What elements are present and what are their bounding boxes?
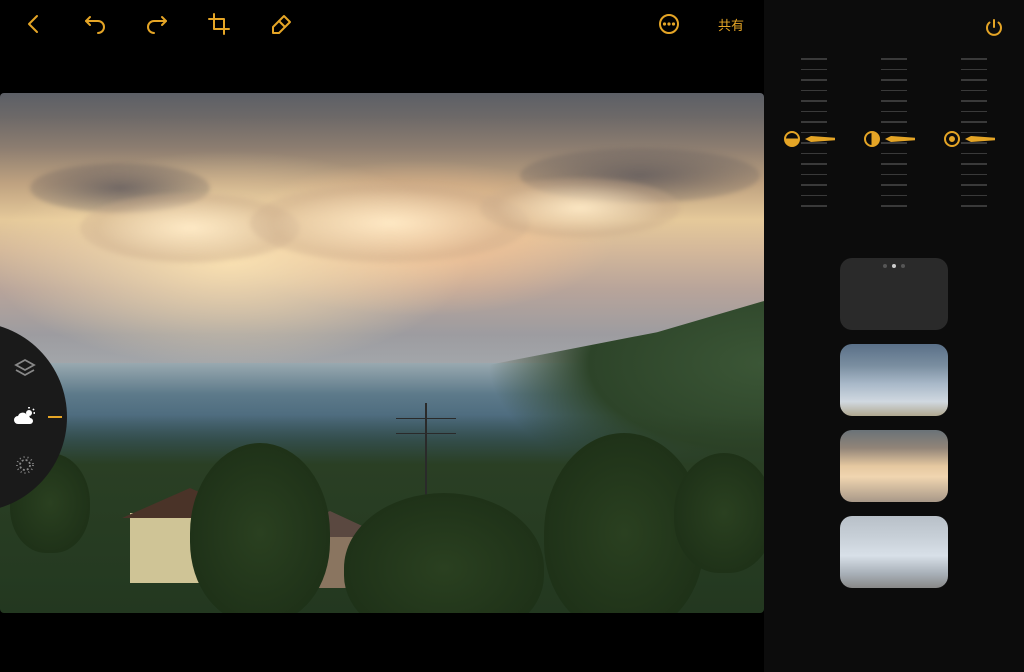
- contrast-circle-icon: [863, 130, 881, 148]
- tool-sky-weather[interactable]: [12, 404, 38, 430]
- slider-group: [764, 48, 1024, 248]
- erase-button[interactable]: [268, 11, 294, 37]
- preset-blue-sky[interactable]: [840, 344, 948, 416]
- tool-time-dial[interactable]: [12, 452, 38, 478]
- warmth-slider[interactable]: [943, 58, 1005, 228]
- slider-handle-mark: [885, 136, 915, 142]
- eraser-icon: [270, 13, 292, 35]
- preset-golden[interactable]: [840, 430, 948, 502]
- contrast-slider[interactable]: [863, 58, 925, 228]
- power-icon: [984, 18, 1004, 38]
- sky-preset-list: [764, 248, 1024, 672]
- more-circle-icon: [658, 13, 680, 35]
- target-circle-icon: [943, 130, 961, 148]
- top-toolbar: 共有: [0, 0, 764, 48]
- photo-preview[interactable]: [0, 93, 764, 613]
- undo-icon: [84, 14, 106, 34]
- preset-dusk[interactable]: [840, 258, 948, 330]
- preset-page-indicator: [840, 264, 948, 268]
- half-circle-icon: [783, 130, 801, 148]
- sun-cloud-icon: [13, 406, 37, 428]
- layers-icon: [14, 358, 36, 380]
- share-button[interactable]: 共有: [718, 15, 744, 34]
- editor-canvas: [0, 48, 764, 672]
- slider-handle-mark: [965, 136, 995, 142]
- more-button[interactable]: [656, 11, 682, 37]
- slider-handle-mark: [805, 136, 835, 142]
- redo-button[interactable]: [144, 11, 170, 37]
- dial-icon: [14, 454, 36, 476]
- power-toggle[interactable]: [984, 18, 1004, 42]
- chevron-left-icon: [25, 14, 41, 34]
- crop-button[interactable]: [206, 11, 232, 37]
- photo-foreground-region: [0, 415, 764, 613]
- back-button[interactable]: [20, 11, 46, 37]
- crop-icon: [208, 13, 230, 35]
- exposure-slider[interactable]: [783, 58, 845, 228]
- undo-button[interactable]: [82, 11, 108, 37]
- preset-overcast[interactable]: [840, 516, 948, 588]
- tool-adjust-layers[interactable]: [12, 356, 38, 382]
- side-panel: [764, 0, 1024, 672]
- redo-icon: [146, 14, 168, 34]
